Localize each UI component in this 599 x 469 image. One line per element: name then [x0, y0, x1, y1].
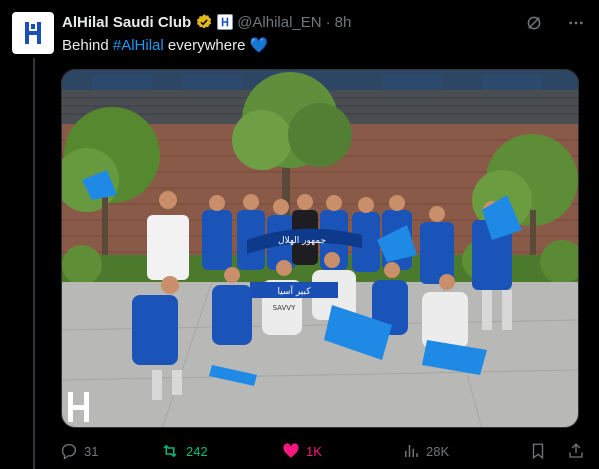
shirt-text: SAVVY [273, 304, 296, 312]
like-count: 1K [306, 443, 322, 459]
tweet-text-suffix: everywhere [163, 37, 246, 54]
tweet-text-prefix: Behind [62, 37, 113, 54]
header-actions [525, 14, 585, 32]
blue-heart-emoji: 💙 [249, 37, 269, 54]
alhilal-logo-icon [25, 22, 41, 44]
banner-text: جمهور الهلال [278, 236, 326, 246]
grok-icon[interactable] [525, 14, 543, 32]
author-handle[interactable]: @Alhilal_EN [237, 14, 321, 31]
affiliate-badge-icon[interactable] [217, 14, 234, 30]
more-options-icon[interactable] [567, 14, 585, 32]
view-count: 28K [426, 443, 450, 459]
hashtag-link[interactable]: #AlHilal [113, 37, 164, 54]
repost-count: 242 [186, 443, 208, 459]
heart-icon [283, 443, 299, 458]
repost-icon [163, 444, 177, 458]
sign-text: كبير آسيا [277, 285, 311, 297]
author-name[interactable]: AlHilal Saudi Club [62, 14, 191, 31]
views-button[interactable]: 28K [402, 442, 528, 460]
separator-dot: · [325, 13, 331, 31]
reply-icon [61, 443, 77, 460]
thread-line [33, 58, 35, 469]
fan-group-photo: جمهور الهلال SAVVY كبير آسيا [62, 70, 578, 427]
verified-badge-icon[interactable] [195, 13, 213, 31]
secondary-actions [529, 442, 585, 460]
avatar[interactable] [12, 12, 54, 54]
reply-button[interactable]: 31 [60, 442, 160, 460]
tweet-header: AlHilal Saudi Club @Alhilal_EN · 8h [62, 12, 351, 32]
tweet-text: Behind #AlHilal everywhere 💙 [62, 36, 268, 54]
reply-count: 31 [84, 443, 99, 459]
views-icon [405, 445, 418, 457]
tweet-actions: 31 242 1K 28K [60, 440, 585, 462]
share-icon[interactable] [567, 442, 585, 460]
bookmark-icon[interactable] [529, 442, 547, 460]
like-button[interactable]: 1K [282, 442, 402, 460]
tweet-photo[interactable]: جمهور الهلال SAVVY كبير آسيا [61, 69, 579, 428]
repost-button[interactable]: 242 [160, 442, 282, 460]
timestamp[interactable]: 8h [335, 14, 352, 31]
